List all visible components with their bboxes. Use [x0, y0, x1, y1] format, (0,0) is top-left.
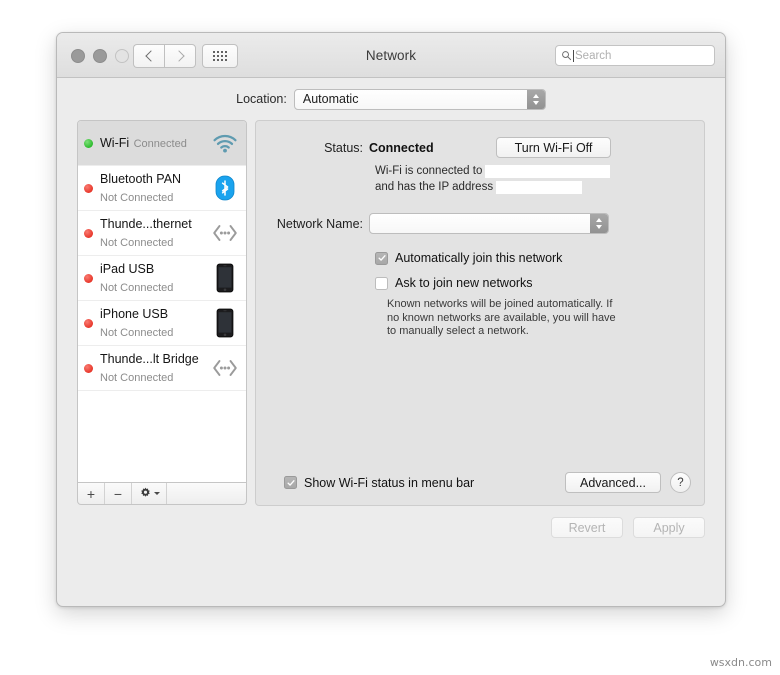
panel-bottom-bar: Show Wi-Fi status in menu bar Advanced..… [256, 472, 704, 493]
ip-address-text: and has the IP address [375, 181, 494, 193]
advanced-button[interactable]: Advanced... [565, 472, 661, 493]
iphone-icon [211, 308, 239, 338]
service-name: iPhone USB [100, 307, 169, 321]
status-dot-connected [84, 138, 93, 148]
ip-address-redacted [496, 180, 583, 194]
chevron-down-icon [153, 492, 160, 495]
network-name-row: Network Name: [256, 213, 704, 234]
wifi-icon [211, 129, 239, 157]
service-name: Thunde...thernet [100, 217, 192, 231]
show-all-button[interactable] [202, 44, 238, 68]
thunderbolt-icon [211, 354, 239, 382]
service-status: Not Connected [100, 237, 174, 249]
connected-to-line: Wi-Fi is connected to [375, 163, 704, 179]
watermark: wsxdn.com [709, 656, 772, 669]
services-list[interactable]: Wi-Fi Connected Bluetooth PAN Not Connec… [77, 120, 247, 483]
location-row: Location: Automatic [57, 78, 725, 120]
show-status-label: Show Wi-Fi status in menu bar [304, 475, 475, 490]
service-row-iphone-usb[interactable]: iPhone USB Not Connected [78, 301, 246, 346]
location-label: Location: [236, 92, 287, 106]
status-dot-disconnected [84, 318, 93, 328]
join-hint-text: Known networks will be joined automatica… [387, 298, 616, 337]
search-field[interactable]: Search [555, 45, 715, 66]
content-area: Wi-Fi Connected Bluetooth PAN Not Connec… [57, 120, 725, 506]
service-status: Not Connected [100, 327, 174, 339]
service-name: Thunde...lt Bridge [100, 352, 199, 366]
checkmark-icon [286, 479, 295, 486]
connected-to-text: Wi-Fi is connected to [375, 165, 483, 177]
show-status-checkbox[interactable] [284, 476, 297, 489]
network-name-popup[interactable] [369, 213, 609, 234]
status-row: Status: Connected Turn Wi-Fi Off [256, 137, 704, 158]
status-dot-disconnected [84, 363, 93, 373]
service-row-wifi[interactable]: Wi-Fi Connected [78, 121, 246, 166]
wifi-detail-panel: Status: Connected Turn Wi-Fi Off Wi-Fi i… [255, 120, 705, 506]
chevron-updown-icon [590, 214, 608, 233]
service-name: Bluetooth PAN [100, 172, 182, 186]
services-toolbar: + − [77, 483, 247, 505]
window-titlebar: Network Search [57, 33, 725, 78]
turn-wifi-off-button[interactable]: Turn Wi-Fi Off [496, 137, 611, 158]
traffic-lights [71, 49, 129, 63]
zoom-button[interactable] [115, 49, 129, 63]
service-status: Not Connected [100, 192, 174, 204]
checkmark-icon [377, 255, 386, 261]
bluetooth-icon [211, 174, 239, 202]
service-row-thunderbolt-ethernet[interactable]: Thunde...thernet Not Connected [78, 211, 246, 256]
search-placeholder: Search [575, 49, 612, 62]
minimize-button[interactable] [93, 49, 107, 63]
help-button[interactable]: ? [670, 472, 691, 493]
location-value: Automatic [302, 92, 359, 106]
forward-chevron-icon [172, 50, 185, 62]
connection-info: Wi-Fi is connected to and has the IP add… [375, 163, 704, 195]
service-actions-button[interactable] [132, 483, 167, 504]
thunderbolt-icon [211, 219, 239, 247]
ask-join-checkbox[interactable] [375, 276, 388, 290]
service-row-thunderbolt-bridge[interactable]: Thunde...lt Bridge Not Connected [78, 346, 246, 391]
network-preferences-window: Network Search Location: Automatic Wi-Fi… [56, 32, 726, 607]
auto-join-row[interactable]: Automatically join this network [375, 251, 704, 265]
navigation-buttons [133, 44, 196, 68]
network-name-label: Network Name: [276, 216, 363, 231]
ipad-icon [211, 263, 239, 293]
revert-button[interactable]: Revert [551, 517, 623, 538]
back-button[interactable] [133, 44, 164, 68]
status-dot-disconnected [84, 183, 93, 193]
service-row-bluetooth-pan[interactable]: Bluetooth PAN Not Connected [78, 166, 246, 211]
status-dot-disconnected [84, 273, 93, 283]
ask-join-row[interactable]: Ask to join new networks [375, 276, 704, 290]
auto-join-label: Automatically join this network [395, 251, 563, 265]
service-status: Not Connected [100, 372, 174, 384]
service-name: Wi-Fi [100, 136, 130, 150]
add-service-button[interactable]: + [78, 483, 105, 504]
auto-join-checkbox[interactable] [375, 251, 388, 265]
services-sidebar: Wi-Fi Connected Bluetooth PAN Not Connec… [77, 120, 247, 506]
apply-button[interactable]: Apply [633, 517, 705, 538]
gear-icon [140, 487, 150, 497]
text-cursor [573, 49, 574, 62]
grid-icon [212, 50, 228, 62]
service-row-ipad-usb[interactable]: iPad USB Not Connected [78, 256, 246, 301]
ask-join-label: Ask to join new networks [395, 276, 533, 290]
status-dot-disconnected [84, 228, 93, 238]
window-footer: Revert Apply [57, 506, 725, 538]
service-status: Connected [133, 138, 187, 150]
network-name-redacted [485, 164, 611, 178]
ip-address-line: and has the IP address [375, 179, 704, 195]
search-icon [562, 51, 572, 61]
close-button[interactable] [71, 49, 85, 63]
service-name: iPad USB [100, 262, 155, 276]
location-popup[interactable]: Automatic [293, 88, 546, 110]
status-label: Status: [324, 140, 363, 155]
forward-button[interactable] [164, 44, 196, 68]
status-value: Connected [369, 140, 434, 155]
back-chevron-icon [144, 50, 157, 62]
service-status: Not Connected [100, 282, 174, 294]
chevron-updown-icon [526, 89, 545, 109]
remove-service-button[interactable]: − [105, 483, 132, 504]
